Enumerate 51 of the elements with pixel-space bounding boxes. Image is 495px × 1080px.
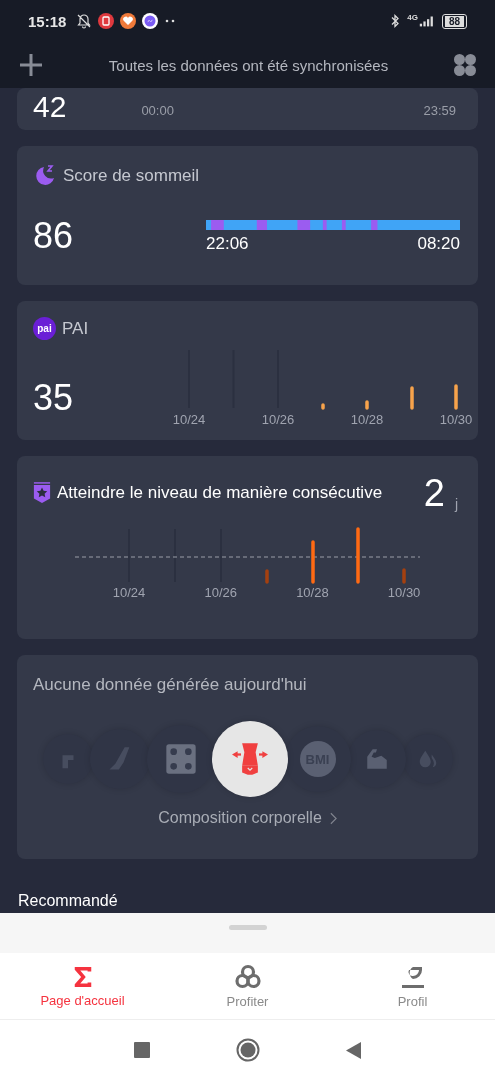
app-icon	[98, 13, 115, 29]
activity-card[interactable]: 42 00:00 23:59	[17, 88, 478, 130]
card-title: Score de sommeil	[63, 166, 200, 186]
waist-icon	[231, 741, 268, 777]
card-title: Atteindre le niveau de manière consécutive	[57, 483, 383, 503]
bell-off-icon	[76, 13, 93, 29]
date-label: 10/28	[350, 412, 384, 427]
date-label: 10/30	[387, 585, 421, 600]
date-label: 10/24	[112, 585, 146, 600]
date-label: 10/26	[261, 412, 295, 427]
sleep-score: 86	[33, 218, 74, 254]
pai-score: 35	[33, 380, 74, 416]
nav-tab[interactable]: Profil	[330, 953, 495, 1019]
sleep-end: 08:20	[417, 234, 460, 254]
card-title: PAI	[62, 318, 89, 339]
apps-icon[interactable]	[453, 53, 477, 77]
streak-count: 2	[423, 474, 445, 512]
streak-card[interactable]: Atteindre le niveau de manière consécutive 2 j 10/24 10/26 10/28 10/30	[17, 456, 478, 639]
start-time: 00:00	[141, 103, 174, 118]
date-label: 10/24	[172, 412, 206, 427]
sync-status: Toutes les données ont été synchronisées	[107, 56, 390, 74]
body-composition-link[interactable]: Composition corporelle	[158, 809, 337, 827]
home-button[interactable]	[236, 1038, 260, 1062]
bluetooth-icon	[389, 13, 402, 29]
nav-tab[interactable]: Page d'accueil	[0, 953, 165, 1019]
pai-card[interactable]: pai PAI 35 10/24 10/26 10/28 10/30	[17, 301, 478, 440]
messenger-icon	[142, 13, 159, 29]
sleep-card[interactable]: Score de sommeil 86 22:06 08:20	[17, 146, 478, 285]
moon-icon	[33, 164, 57, 188]
section-title: Recommandé	[18, 891, 118, 911]
network-label: 4G	[407, 13, 418, 22]
date-label: 10/30	[439, 412, 473, 427]
pai-badge: pai	[33, 317, 56, 340]
sleep-start: 22:06	[206, 234, 249, 254]
streak-unit: j	[454, 496, 458, 512]
battery-icon: 88	[441, 13, 467, 29]
date-label: 10/28	[296, 585, 329, 600]
back-button[interactable]	[346, 1041, 361, 1059]
date-label: 10/26	[204, 585, 237, 600]
heart-app-icon	[120, 13, 137, 29]
end-time: 23:59	[423, 103, 456, 118]
nav-tab[interactable]: Profiter	[165, 953, 330, 1019]
sheet-handle[interactable]	[228, 925, 267, 930]
chevron-icon	[329, 811, 337, 825]
add-icon[interactable]	[18, 52, 44, 78]
activity-value: 42	[33, 92, 67, 122]
no-data-message: Aucune donnée générée aujourd'hui	[33, 675, 307, 695]
dotted-square-icon	[164, 743, 197, 775]
star-badge-icon	[33, 482, 51, 504]
loops-icon	[234, 963, 261, 990]
clock-time: 15:18	[28, 12, 67, 30]
